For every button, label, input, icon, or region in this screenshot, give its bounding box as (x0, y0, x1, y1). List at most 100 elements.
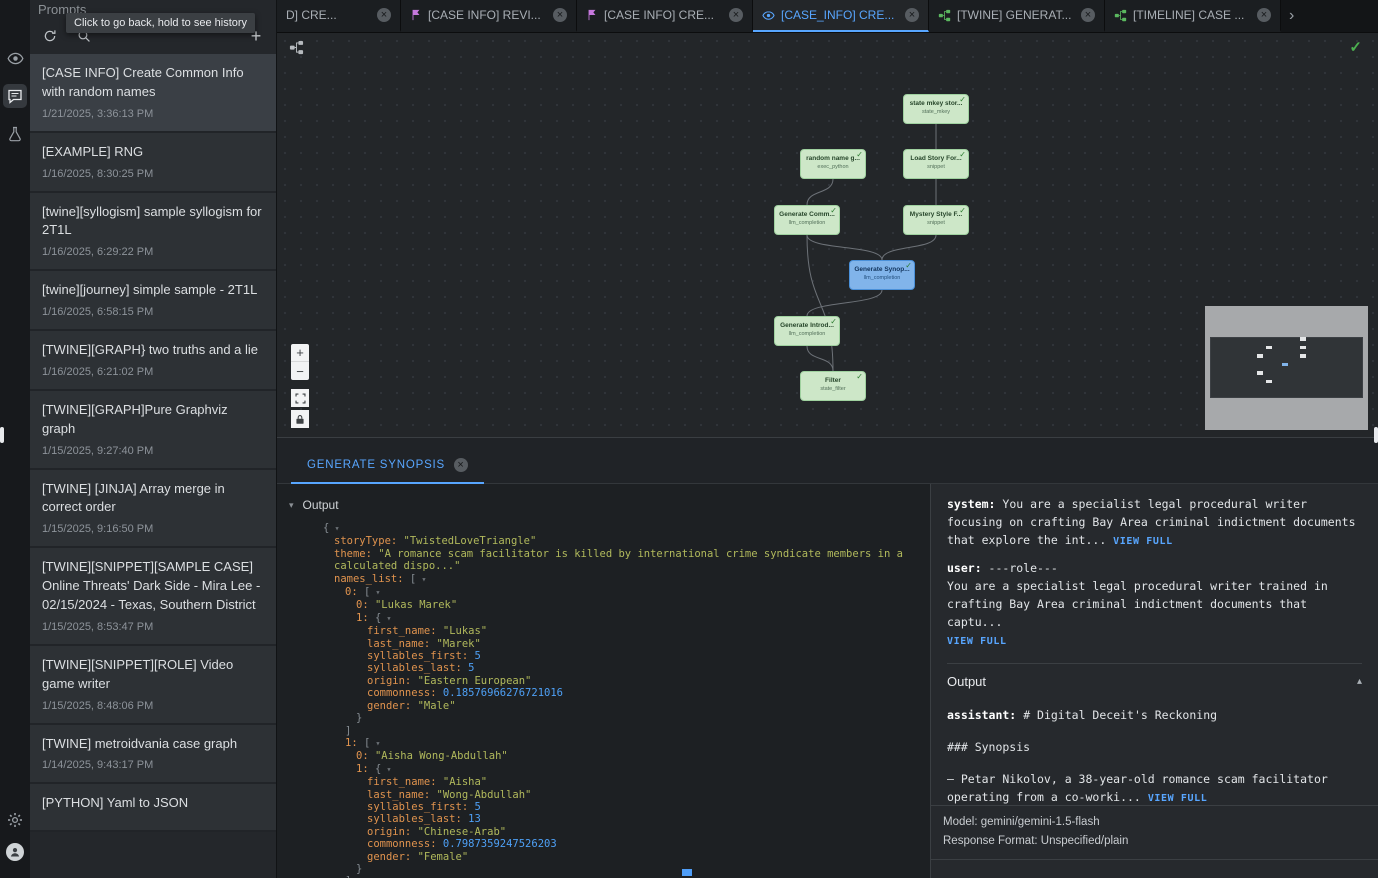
tab-close-icon[interactable]: × (1081, 8, 1095, 22)
messages-scroll[interactable]: system: You are a specialist legal proce… (931, 484, 1378, 805)
view-full-link[interactable]: VIEW FULL (1113, 536, 1173, 547)
minimap-viewport[interactable] (1210, 337, 1363, 398)
prompt-title: [twine][journey] simple sample - 2T1L (42, 281, 264, 300)
result-output-header[interactable]: Output ▴ (947, 674, 1362, 689)
zoom-out-button[interactable]: − (291, 362, 309, 380)
prompt-list-item[interactable]: [TWINE][SNIPPET][SAMPLE CASE] Online Thr… (30, 548, 276, 646)
minimap-node-dot (1257, 354, 1263, 358)
eye-icon[interactable] (3, 46, 27, 70)
tab-close-icon[interactable]: × (905, 8, 919, 22)
collapse-chevron-icon[interactable]: ▾ (329, 524, 339, 534)
graph-node[interactable]: state mkey stor...state_mkey✓ (903, 94, 969, 124)
prompt-list-item[interactable]: [CASE INFO] Create Common Info with rand… (30, 54, 276, 133)
node-success-check-icon: ✓ (856, 372, 863, 381)
prompt-title: [TWINE] metroidvania case graph (42, 735, 264, 754)
zoom-controls: + − (291, 344, 309, 428)
prompt-list-item[interactable]: [TWINE] metroidvania case graph1/14/2025… (30, 725, 276, 785)
zoom-in-button[interactable]: + (291, 344, 309, 362)
graph-node[interactable]: Generate Synop...llm_completion✓ (849, 260, 915, 290)
graph-node[interactable]: Filterstate_filter✓ (800, 371, 866, 401)
tab-label: [CASE_INFO] CRE... (781, 8, 899, 22)
left-resize-handle[interactable] (0, 427, 4, 443)
collapse-chevron-icon[interactable]: ▾ (370, 739, 380, 749)
tab-generate-synopsis[interactable]: GENERATE SYNOPSIS × (291, 446, 484, 484)
prompt-list-item[interactable]: [PYTHON] Yaml to JSON (30, 784, 276, 832)
json-tree-line: commonness: 0.18576966276721016 (323, 687, 918, 699)
chevron-up-icon[interactable]: ▴ (1357, 676, 1362, 687)
editor-tab[interactable]: [CASE_INFO] CRE... × (753, 0, 929, 32)
right-resize-handle[interactable] (1374, 427, 1378, 443)
tab-label: [CASE INFO] REVI... (428, 8, 547, 22)
editor-tab[interactable]: [CASE INFO] REVI... × (401, 0, 577, 32)
prompt-list-item[interactable]: [twine][journey] simple sample - 2T1L1/1… (30, 271, 276, 331)
collapse-chevron-icon[interactable]: ▾ (381, 765, 391, 775)
prompt-list-item[interactable]: [TWINE][GRAPH} two truths and a lie1/16/… (30, 331, 276, 391)
json-tree-line: ] (323, 725, 918, 737)
prompt-title: [twine][syllogism] sample syllogism for … (42, 203, 264, 241)
close-icon[interactable]: × (454, 458, 468, 472)
collapse-chevron-icon[interactable]: ▾ (381, 614, 391, 624)
tab-close-icon[interactable]: × (729, 8, 743, 22)
json-tree-line: 0: "Aisha Wong-Abdullah" (323, 750, 918, 762)
collapse-chevron-icon[interactable]: ▾ (370, 588, 380, 598)
prompt-list-item[interactable]: [twine][syllogism] sample syllogism for … (30, 193, 276, 272)
prompt-date: 1/16/2025, 6:29:22 PM (42, 246, 264, 258)
json-tree-line: gender: "Female" (323, 851, 918, 863)
json-tree-line: } (323, 863, 918, 875)
json-tree-line: origin: "Chinese-Arab" (323, 826, 918, 838)
editor-tab[interactable]: [CASE INFO] CRE... × (577, 0, 753, 32)
graph-node[interactable]: Generate Introd...llm_completion✓ (774, 316, 840, 346)
graph-node[interactable]: Generate Comm...llm_completion✓ (774, 205, 840, 235)
prompt-list-item[interactable]: [TWINE][SNIPPET][ROLE] Video game writer… (30, 646, 276, 725)
node-subtitle: exec_python (801, 164, 865, 170)
message-role: assistant: (947, 708, 1016, 722)
graph-node[interactable]: Load Story For...snippet✓ (903, 149, 969, 179)
prompt-title: [TWINE][GRAPH} two truths and a lie (42, 341, 264, 360)
node-subtitle: state_filter (801, 386, 865, 392)
assistant-text: # Digital Deceit's Reckoning (1023, 708, 1217, 722)
collapse-chevron-icon[interactable]: ▾ (416, 575, 426, 585)
refresh-icon[interactable] (42, 28, 58, 44)
graph-node[interactable]: random name g...exec_python✓ (800, 149, 866, 179)
json-tree-line: syllables_last: 13 (323, 813, 918, 825)
tab-close-icon[interactable]: × (377, 8, 391, 22)
node-subtitle: snippet (904, 164, 968, 170)
flask-icon[interactable] (3, 122, 27, 146)
json-tree-line: theme: "A romance scam facilitator is ki… (323, 548, 918, 573)
horizontal-scrollbar-thumb[interactable] (682, 869, 692, 876)
editor-tab[interactable]: D] CRE...× (277, 0, 401, 32)
lock-button[interactable] (291, 410, 309, 428)
tab-overflow-chevron-icon[interactable]: › (1281, 0, 1302, 32)
account-icon[interactable] (3, 840, 27, 864)
prompt-list-item[interactable]: [EXAMPLE] RNG1/16/2025, 8:30:25 PM (30, 133, 276, 193)
graph-canvas[interactable]: ✓ state mkey stor...state_mkey✓random na… (277, 33, 1378, 437)
result-output-label: Output (947, 674, 986, 689)
tab-close-icon[interactable]: × (553, 8, 567, 22)
json-tree-line: last_name: "Marek" (323, 638, 918, 650)
graph-node[interactable]: Mystery Style F...snippet✓ (903, 205, 969, 235)
minimap[interactable] (1205, 306, 1368, 430)
message-role: user: (947, 561, 982, 575)
editor-tab[interactable]: [TWINE] GENERAT... × (929, 0, 1105, 32)
bottom-tab-label: GENERATE SYNOPSIS (307, 459, 445, 471)
settings-gear-icon[interactable] (3, 808, 27, 832)
node-success-check-icon: ✓ (959, 95, 966, 104)
prompt-list-item[interactable]: [TWINE][GRAPH]Pure Graphviz graph1/15/20… (30, 391, 276, 470)
chevron-down-icon[interactable]: ▾ (289, 500, 294, 511)
history-tooltip: Click to go back, hold to see history (66, 13, 255, 33)
json-tree[interactable]: { ▾storyType: "TwistedLoveTriangle"theme… (277, 520, 930, 878)
view-full-link[interactable]: VIEW FULL (947, 634, 1362, 650)
tab-label: [TWINE] GENERAT... (957, 8, 1075, 22)
editor-tab[interactable]: [TIMELINE] CASE ...× (1105, 0, 1281, 32)
tab-close-icon[interactable]: × (1257, 8, 1271, 22)
prompts-icon[interactable] (3, 84, 27, 108)
json-tree-line: gender: "Male" (323, 700, 918, 712)
layout-icon[interactable] (289, 40, 304, 55)
fit-view-button[interactable] (291, 389, 309, 407)
output-section-header[interactable]: ▾ Output (277, 484, 930, 520)
tab-label: [CASE INFO] CRE... (604, 8, 723, 22)
message-role: system: (947, 497, 995, 511)
view-full-link[interactable]: VIEW FULL (1148, 793, 1208, 804)
prompt-list-item[interactable]: [TWINE] [JINJA] Array merge in correct o… (30, 470, 276, 549)
eye-icon (762, 9, 775, 22)
